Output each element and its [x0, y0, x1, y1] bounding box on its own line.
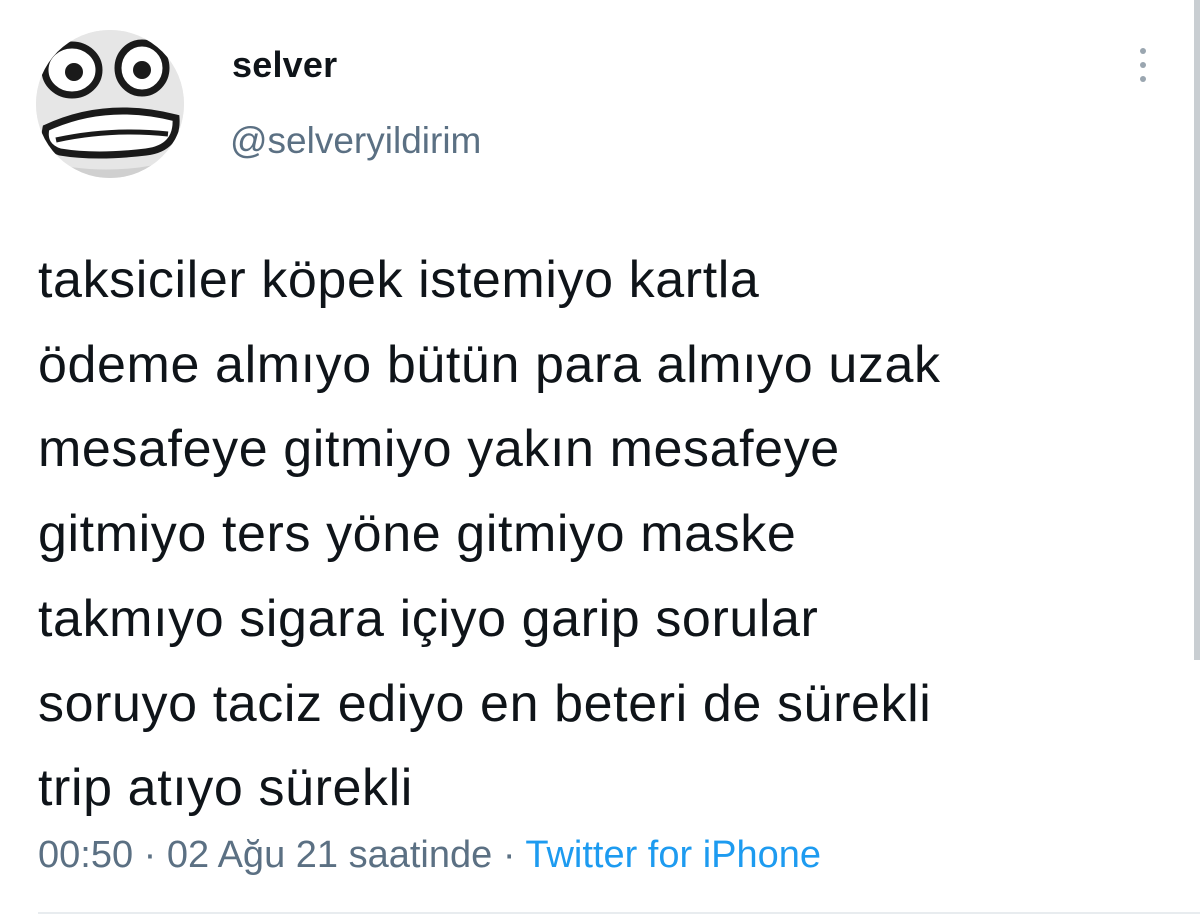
avatar[interactable]: [36, 30, 184, 178]
display-name[interactable]: selver: [232, 44, 337, 86]
tweet-text: taksiciler köpek istemiyo kartla ödeme a…: [38, 251, 941, 818]
tweet-timestamp[interactable]: 00:50 · 02 Ağu 21 saatinde ·: [38, 834, 525, 876]
user-handle[interactable]: @selveryildirim: [230, 120, 481, 162]
divider: [38, 912, 1200, 914]
cartoon-face-icon: [36, 30, 184, 178]
more-vertical-icon[interactable]: [1128, 40, 1158, 90]
tweet-source-link[interactable]: Twitter for iPhone: [525, 834, 821, 876]
tweet-card: selver @selveryildirim taksiciler köpek …: [0, 0, 1200, 919]
scrollbar[interactable]: [1194, 0, 1200, 660]
tweet-meta: 00:50 · 02 Ağu 21 saatinde · Twitter for…: [38, 834, 821, 877]
